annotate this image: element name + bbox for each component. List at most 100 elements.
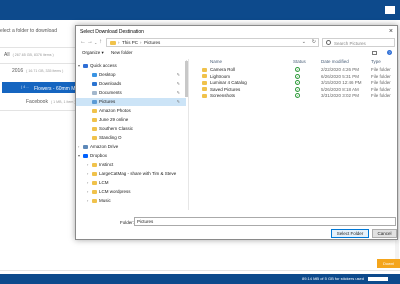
- sync-status-icon: ✓: [295, 80, 300, 85]
- row-subtext: ( 267.65 GB, 8376 items ): [12, 53, 54, 57]
- status-footer: 89.14 MB of 5 GB for stickers used: [0, 274, 400, 284]
- row-label: 2016: [12, 68, 24, 74]
- search-icon: [326, 40, 331, 45]
- nav-item[interactable]: Downloads ✎: [76, 80, 186, 88]
- file-date: 3/31/2020 3:02 PM: [321, 93, 360, 98]
- folder-icon: [92, 135, 97, 140]
- file-row[interactable]: Screenshots ✓ 3/31/2020 3:02 PM File folder: [190, 92, 397, 100]
- file-name: Luminar 4 Catalog: [210, 80, 247, 85]
- folder-row-all[interactable]: All( 267.65 GB, 8376 items ): [4, 52, 54, 58]
- folder-icon: [92, 180, 97, 185]
- nav-item[interactable]: June 29 online: [76, 116, 186, 124]
- star-icon: [83, 63, 88, 68]
- file-list-scrollbar[interactable]: [393, 59, 397, 210]
- panel-title: elect a folder to download: [0, 28, 57, 34]
- file-type: File folder: [371, 73, 391, 79]
- row-divider: [0, 47, 76, 48]
- column-status-header[interactable]: Status: [293, 59, 306, 64]
- up-arrow-icon[interactable]: ↑: [99, 39, 102, 46]
- address-dropdown-icon[interactable]: ⌄: [302, 39, 306, 45]
- nav-item-label: Quick access: [90, 63, 117, 68]
- file-name: Lightroom: [210, 73, 231, 79]
- file-name: Camera Roll: [210, 67, 236, 72]
- chevron-right-icon[interactable]: ›: [87, 180, 88, 185]
- search-input[interactable]: Search Pictures: [322, 38, 395, 47]
- column-date-header[interactable]: Date modified: [321, 59, 349, 64]
- chevron-right-icon[interactable]: ›: [78, 144, 79, 149]
- breadcrumb-this-pc[interactable]: This PC: [122, 40, 138, 45]
- nav-item[interactable]: ▾ Quick access: [76, 62, 186, 70]
- file-type: File folder: [371, 93, 391, 98]
- folder-icon: [202, 67, 207, 72]
- close-icon[interactable]: ×: [389, 28, 393, 35]
- folder-icon: [202, 80, 207, 85]
- chevron-right-icon[interactable]: ›: [87, 162, 88, 167]
- nav-item-label: Standing O: [99, 135, 122, 140]
- folder-row-selected[interactable]: Flowers - 60mm Macro( 4 ...: [2, 82, 85, 93]
- breadcrumb-pictures[interactable]: Pictures: [144, 40, 160, 45]
- nav-item[interactable]: Amazon Photos: [76, 107, 186, 115]
- nav-item-label: Southern Classic: [99, 126, 134, 131]
- nav-item[interactable]: › LCM wordpress: [76, 188, 186, 196]
- chevron-down-icon[interactable]: ▾: [78, 153, 80, 158]
- chevron-right-icon[interactable]: ›: [87, 198, 88, 203]
- column-name-header[interactable]: Name: [210, 59, 222, 64]
- recent-chevron-icon[interactable]: ⌄: [94, 39, 97, 46]
- app-logo-icon: [385, 6, 395, 14]
- nav-item[interactable]: Standing O: [76, 134, 186, 142]
- nav-item[interactable]: Documents ✎: [76, 89, 186, 97]
- nav-item[interactable]: › LargeCatMag - share with Tim & Steve: [76, 170, 186, 178]
- nav-item[interactable]: › Amazon Drive: [76, 143, 186, 151]
- nav-item-label: Dropbox: [90, 153, 108, 158]
- file-type: File folder: [371, 86, 391, 92]
- navigation-pane: ▲ ▾Quick accessDesktop✎Downloads✎Documen…: [76, 59, 189, 210]
- address-bar[interactable]: › This PC › Pictures ⌄ ↻: [106, 38, 319, 47]
- cancel-button[interactable]: Cancel: [372, 229, 397, 238]
- chevron-down-icon[interactable]: ▾: [78, 63, 80, 68]
- folder-icon: [202, 87, 207, 91]
- nav-item[interactable]: Southern Classic: [76, 125, 186, 133]
- download-icon: [92, 81, 97, 86]
- forward-arrow-icon[interactable]: →: [87, 39, 93, 46]
- organize-button[interactable]: Organize ▾: [82, 50, 104, 56]
- row-subtext: ( 1 MB, 1 item ): [50, 100, 76, 104]
- nav-item[interactable]: › Music: [76, 197, 186, 205]
- row-subtext: ( 16.71 GB, 335 items ): [26, 69, 64, 73]
- folder-icon: [202, 93, 207, 98]
- back-arrow-icon[interactable]: ←: [80, 39, 86, 46]
- chevron-right-icon[interactable]: ›: [87, 171, 88, 176]
- refresh-icon[interactable]: ↻: [312, 39, 316, 45]
- nav-item[interactable]: › LCM: [76, 179, 186, 187]
- nav-item[interactable]: ▾ Dropbox: [76, 152, 186, 160]
- select-folder-button[interactable]: Select Folder: [331, 229, 369, 238]
- picture-icon: [92, 99, 97, 104]
- pin-icon: ✎: [176, 89, 180, 95]
- nav-item[interactable]: › Instinct: [76, 161, 186, 169]
- help-icon[interactable]: ?: [387, 50, 392, 55]
- chevron-right-icon[interactable]: ›: [87, 189, 88, 194]
- new-folder-button[interactable]: New folder: [111, 50, 133, 55]
- folder-field[interactable]: [134, 217, 396, 226]
- nav-item[interactable]: Pictures ✎: [76, 98, 186, 106]
- column-type-header[interactable]: Type: [371, 59, 381, 64]
- nav-item[interactable]: Desktop ✎: [76, 71, 186, 79]
- folder-row-facebook[interactable]: Facebook( 1 MB, 1 item ): [26, 99, 76, 105]
- folder-icon: [92, 171, 97, 176]
- pin-icon: ✎: [176, 98, 180, 104]
- folder-row-2016[interactable]: 2016( 16.71 GB, 335 items ): [12, 68, 63, 74]
- view-options-icon[interactable]: [372, 51, 377, 55]
- folder-icon: [92, 126, 97, 131]
- row-divider: [0, 63, 76, 64]
- file-date: 6/26/2020 5:31 PM: [321, 73, 360, 79]
- nav-item-label: LCM: [99, 180, 109, 185]
- pin-icon: ✎: [176, 71, 180, 77]
- download-button[interactable]: Downl: [377, 259, 400, 268]
- file-type: File folder: [371, 67, 391, 72]
- nav-item-label: Downloads: [99, 81, 122, 86]
- folder-label: Folder:: [120, 220, 135, 225]
- dropbox-icon: [83, 153, 88, 158]
- folder-icon: [110, 40, 116, 45]
- nav-item-label: Instinct: [99, 162, 114, 167]
- storage-bar: [368, 277, 388, 281]
- nav-item-label: Amazon Photos: [99, 108, 131, 113]
